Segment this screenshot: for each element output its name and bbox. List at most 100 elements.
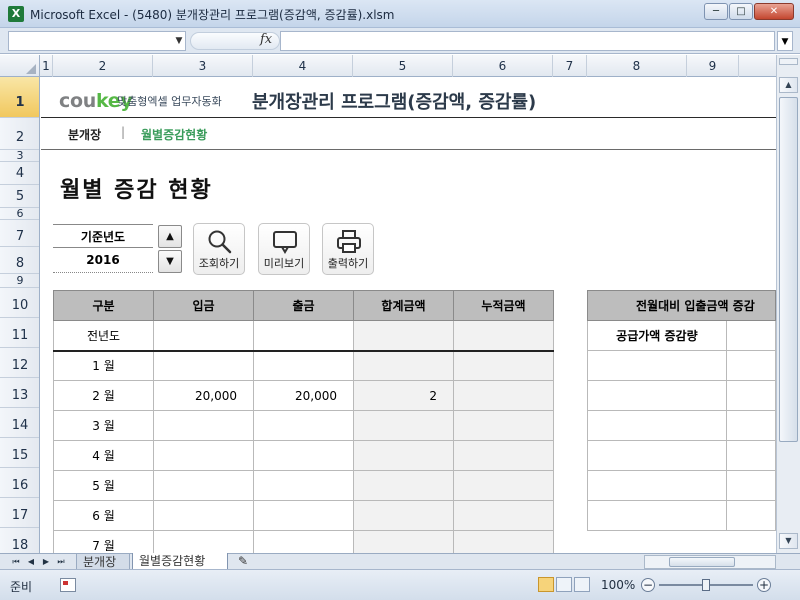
comparison-cell[interactable] [725,350,776,381]
withdraw-cell[interactable]: 20,000 [253,380,354,411]
maximize-button[interactable]: □ [729,3,753,20]
zoom-level[interactable]: 100% [601,578,635,592]
row-header[interactable]: 18 [0,528,39,553]
page-layout-icon[interactable] [556,577,572,592]
base-year-value[interactable]: 2016 [53,248,153,273]
comparison-cell[interactable] [587,470,727,501]
total-cell[interactable] [353,500,454,531]
row-header[interactable]: 8 [0,247,39,274]
sheet-tab-monthly[interactable]: 월별증감현황 [132,553,228,570]
close-button[interactable]: ✕ [754,3,794,20]
nav-monthly-link[interactable]: 월별증감현황 [141,126,207,143]
print-button[interactable]: 출력하기 [322,223,374,275]
zoom-in-icon[interactable]: + [757,578,771,592]
comparison-cell[interactable] [725,380,776,411]
comparison-cell[interactable] [725,470,776,501]
row-header[interactable]: 10 [0,288,39,318]
next-sheet-icon[interactable]: ▶ [40,555,52,568]
comparison-cell[interactable] [587,350,727,381]
cumulative-cell[interactable] [453,440,554,471]
withdraw-cell[interactable] [253,470,354,501]
row-header[interactable]: 7 [0,220,39,247]
column-header[interactable]: 8 [587,55,687,77]
formula-input[interactable] [280,31,775,51]
comparison-cell[interactable] [587,440,727,471]
total-cell[interactable] [353,470,454,501]
zoom-out-icon[interactable]: − [641,578,655,592]
row-header[interactable]: 15 [0,438,39,468]
name-box-dropdown-icon[interactable]: ▼ [172,31,186,51]
preview-button[interactable]: 미리보기 [258,223,310,275]
insert-function-icon[interactable]: fx [260,32,272,47]
deposit-cell[interactable] [153,500,254,531]
withdraw-cell[interactable] [253,440,354,471]
year-up-button[interactable]: ▲ [158,225,182,248]
withdraw-cell[interactable] [253,530,354,553]
comparison-cell[interactable] [725,320,776,351]
split-handle[interactable] [779,58,798,65]
normal-view-icon[interactable] [538,577,554,592]
first-sheet-icon[interactable]: ⏮ [10,555,22,568]
deposit-cell[interactable] [153,410,254,441]
withdraw-cell[interactable] [253,500,354,531]
macro-record-icon[interactable] [60,578,76,592]
row-header[interactable]: 5 [0,185,39,208]
scroll-up-button[interactable]: ▲ [779,77,798,93]
column-header[interactable]: 2 [53,55,153,77]
withdraw-cell[interactable] [253,410,354,441]
row-header[interactable]: 17 [0,498,39,528]
total-cell[interactable] [353,410,454,441]
column-header[interactable]: 1 [40,55,53,77]
total-cell[interactable] [353,320,454,352]
row-header[interactable]: 13 [0,378,39,408]
comparison-cell[interactable] [587,380,727,411]
page-break-icon[interactable] [574,577,590,592]
cumulative-cell[interactable] [453,350,554,381]
column-header[interactable]: 5 [353,55,453,77]
row-label[interactable]: 5 월 [53,470,154,501]
row-header[interactable]: 4 [0,162,39,185]
column-header[interactable]: 6 [453,55,553,77]
column-header[interactable]: 9 [687,55,739,77]
deposit-cell[interactable] [153,320,254,352]
year-down-button[interactable]: ▼ [158,250,182,273]
prev-sheet-icon[interactable]: ◀ [25,555,37,568]
comparison-cell[interactable] [587,410,727,441]
worksheet[interactable]: coukey 맞춤형엑셀 업무자동화 분개장관리 프로그램(증감액, 증감률) … [41,77,776,553]
row-header[interactable]: 11 [0,318,39,348]
row-label[interactable]: 3 월 [53,410,154,441]
search-button[interactable]: 조회하기 [193,223,245,275]
cumulative-cell[interactable] [453,320,554,352]
comparison-cell[interactable] [725,500,776,531]
total-cell[interactable] [353,350,454,381]
excel-app-icon[interactable]: X [8,6,24,22]
row-header[interactable]: 16 [0,468,39,498]
name-box[interactable] [8,31,186,51]
horizontal-scroll-thumb[interactable] [669,557,735,567]
column-header[interactable]: 3 [153,55,253,77]
deposit-cell[interactable] [153,350,254,381]
cumulative-cell[interactable] [453,500,554,531]
cumulative-cell[interactable] [453,410,554,441]
comparison-cell[interactable] [725,440,776,471]
row-header[interactable]: 9 [0,274,39,288]
deposit-cell[interactable] [153,440,254,471]
withdraw-cell[interactable] [253,350,354,381]
cumulative-cell[interactable] [453,530,554,553]
total-cell[interactable] [353,530,454,553]
minimize-button[interactable]: ─ [704,3,728,20]
comparison-cell[interactable] [587,500,727,531]
column-header[interactable]: 7 [553,55,587,77]
cumulative-cell[interactable] [453,380,554,411]
withdraw-cell[interactable] [253,320,354,352]
row-label[interactable]: 1 월 [53,350,154,381]
row-header[interactable]: 1 [0,77,39,118]
total-cell[interactable]: 2 [353,380,454,411]
last-sheet-icon[interactable]: ⏭ [55,555,67,568]
nav-journal-link[interactable]: 분개장 [68,126,101,143]
column-header[interactable]: 4 [253,55,353,77]
cumulative-cell[interactable] [453,470,554,501]
row-header[interactable]: 12 [0,348,39,378]
row-header[interactable]: 6 [0,208,39,220]
row-label[interactable]: 전년도 [53,320,154,352]
